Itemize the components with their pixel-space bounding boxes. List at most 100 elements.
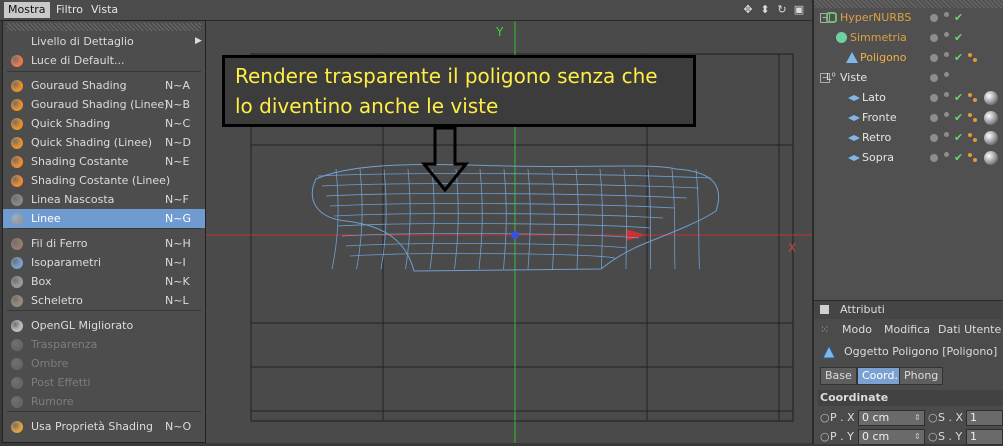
menu-item-linee[interactable]: Linee N~G <box>3 209 205 228</box>
annotation-line-2: lo diventino anche le viste <box>235 94 499 118</box>
stepper-icon[interactable]: ⇕ <box>914 409 921 427</box>
object-row-sopra[interactable]: Sopra ✔ <box>814 148 1003 168</box>
visibility-dot-icon[interactable] <box>930 134 938 142</box>
menu-item-opengl-migliorato[interactable]: OpenGL Migliorato <box>3 316 205 335</box>
menu-vista[interactable]: Vista <box>87 2 122 18</box>
object-name[interactable]: Retro <box>862 128 891 148</box>
visibility-dot-icon[interactable] <box>930 74 938 82</box>
mesh-edge-ring <box>575 168 579 270</box>
menu-item-label: Fil di Ferro <box>31 237 88 250</box>
enabled-check-icon[interactable]: ✔ <box>954 88 963 108</box>
menu-item-livello-di-dettaglio[interactable]: Livello di Dettaglio ▶ <box>3 32 205 51</box>
material-tag-icon[interactable] <box>984 91 998 105</box>
rotate-icon[interactable]: ↻ <box>775 3 789 17</box>
render-dot-icon[interactable] <box>944 52 949 57</box>
render-dot-icon[interactable] <box>944 12 949 17</box>
zoom-icon[interactable]: ⬍ <box>758 3 772 17</box>
menu-item-isoparametri[interactable]: Isoparametri N~I <box>3 253 205 272</box>
object-name[interactable]: Poligono <box>860 48 907 68</box>
render-dot-icon[interactable] <box>944 152 949 157</box>
menu-item-label: Isoparametri <box>31 256 102 269</box>
move-icon[interactable]: ✥ <box>741 3 755 17</box>
menu-modifica[interactable]: Modifica <box>884 320 930 340</box>
material-tag-icon[interactable] <box>984 131 998 145</box>
stepper-icon[interactable]: ⇕ <box>914 428 921 446</box>
menu-dati-utente[interactable]: Dati Utente <box>938 320 1001 340</box>
object-row-poligono[interactable]: Poligono ✔ <box>814 48 1003 68</box>
render-dot-icon[interactable] <box>944 32 949 37</box>
visibility-dot-icon[interactable] <box>930 34 938 42</box>
object-name[interactable]: Simmetria <box>850 28 907 48</box>
object-row-simmetria[interactable]: Simmetria ✔ <box>814 28 1003 48</box>
object-row-fronte[interactable]: Fronte ✔ <box>814 108 1003 128</box>
visibility-dot-icon[interactable] <box>930 154 938 162</box>
object-name[interactable]: Fronte <box>862 108 897 128</box>
menu-item-label: Livello di Dettaglio <box>31 35 134 48</box>
menu-mostra[interactable]: Mostra <box>4 2 50 18</box>
enabled-check-icon[interactable]: ✔ <box>954 8 963 28</box>
visibility-dot-icon[interactable] <box>930 94 938 102</box>
menu-item-label: Luce di Default... <box>31 54 125 67</box>
visibility-dot-icon[interactable] <box>930 54 938 62</box>
radio-icon[interactable]: ○ <box>928 409 938 427</box>
render-dot-icon[interactable] <box>944 72 949 77</box>
menu-tearoff-handle[interactable] <box>7 23 201 31</box>
render-dot-icon[interactable] <box>944 112 949 117</box>
visibility-dot-icon[interactable] <box>930 114 938 122</box>
radio-icon[interactable]: ○ <box>820 409 830 427</box>
menu-item-shading-costante-linee[interactable]: Shading Costante (Linee) <box>3 171 205 190</box>
tag-icon[interactable] <box>968 53 978 63</box>
tag-icon[interactable] <box>968 93 978 103</box>
object-name[interactable]: Viste <box>840 68 867 88</box>
hypernurbs-icon <box>826 12 837 23</box>
panel-tearoff-handle[interactable] <box>814 0 1003 8</box>
object-row-retro[interactable]: Retro ✔ <box>814 128 1003 148</box>
tag-icon[interactable] <box>968 133 978 143</box>
tab-coord[interactable]: Coord. <box>857 367 903 385</box>
radio-icon[interactable]: ○ <box>820 428 830 446</box>
render-dot-icon[interactable] <box>944 132 949 137</box>
enabled-check-icon[interactable]: ✔ <box>954 28 963 48</box>
tag-icon[interactable] <box>968 153 978 163</box>
enabled-check-icon[interactable]: ✔ <box>954 128 963 148</box>
material-tag-icon[interactable] <box>984 151 998 165</box>
menu-separator <box>7 310 201 311</box>
object-name[interactable]: HyperNURBS <box>840 8 911 28</box>
tag-icon[interactable] <box>968 113 978 123</box>
enabled-check-icon[interactable]: ✔ <box>954 48 963 68</box>
render-dot-icon[interactable] <box>944 92 949 97</box>
tab-phong[interactable]: Phong <box>899 367 944 385</box>
menu-item-scheletro[interactable]: Scheletro N~L <box>3 291 205 310</box>
menu-item-label: Gouraud Shading (Linee) <box>31 98 169 111</box>
mesh-edge-loop <box>325 193 688 199</box>
menu-item-box[interactable]: Box N~K <box>3 272 205 291</box>
menu-item-quick-shading-linee[interactable]: Quick Shading (Linee) N~D <box>3 133 205 152</box>
object-row-hypernurbs[interactable]: − HyperNURBS ✔ <box>814 8 1003 28</box>
maximize-icon[interactable]: ▣ <box>792 3 806 17</box>
object-row-viste[interactable]: − L⁰ Viste <box>814 68 1003 88</box>
menu-item-quick-shading[interactable]: Quick Shading N~C <box>3 114 205 133</box>
visibility-dot-icon[interactable] <box>930 14 938 22</box>
menu-item-fil-di-ferro[interactable]: Fil di Ferro N~H <box>3 234 205 253</box>
menu-item-gouraud-shading[interactable]: Gouraud Shading N~A <box>3 76 205 95</box>
menu-item-usa-propriet-shading[interactable]: Usa Proprietà Shading N~O <box>3 417 205 436</box>
menu-filtro[interactable]: Filtro <box>52 2 87 18</box>
field-label-py: P . Y <box>830 430 854 443</box>
skeleton-icon <box>11 295 23 307</box>
menu-item-post-effetti: Post Effetti <box>3 373 205 392</box>
radio-icon[interactable]: ○ <box>928 428 938 446</box>
attributes-menubar: ⁙ Modo Modifica Dati Utente <box>814 320 1003 340</box>
enabled-check-icon[interactable]: ✔ <box>954 108 963 128</box>
enabled-check-icon[interactable]: ✔ <box>954 148 963 168</box>
tab-base[interactable]: Base <box>820 367 857 385</box>
menu-item-luce-di-default[interactable]: Luce di Default... <box>3 51 205 70</box>
menu-modo[interactable]: Modo <box>842 320 872 340</box>
object-name[interactable]: Sopra <box>862 148 894 168</box>
object-name[interactable]: Lato <box>862 88 886 108</box>
menu-item-gouraud-shading-linee[interactable]: Gouraud Shading (Linee) N~B <box>3 95 205 114</box>
object-row-lato[interactable]: Lato ✔ <box>814 88 1003 108</box>
sx-input[interactable]: 1 <box>966 410 1003 426</box>
material-tag-icon[interactable] <box>984 111 998 125</box>
menu-item-shading-costante[interactable]: Shading Costante N~E <box>3 152 205 171</box>
menu-item-linea-nascosta[interactable]: Linea Nascosta N~F <box>3 190 205 209</box>
